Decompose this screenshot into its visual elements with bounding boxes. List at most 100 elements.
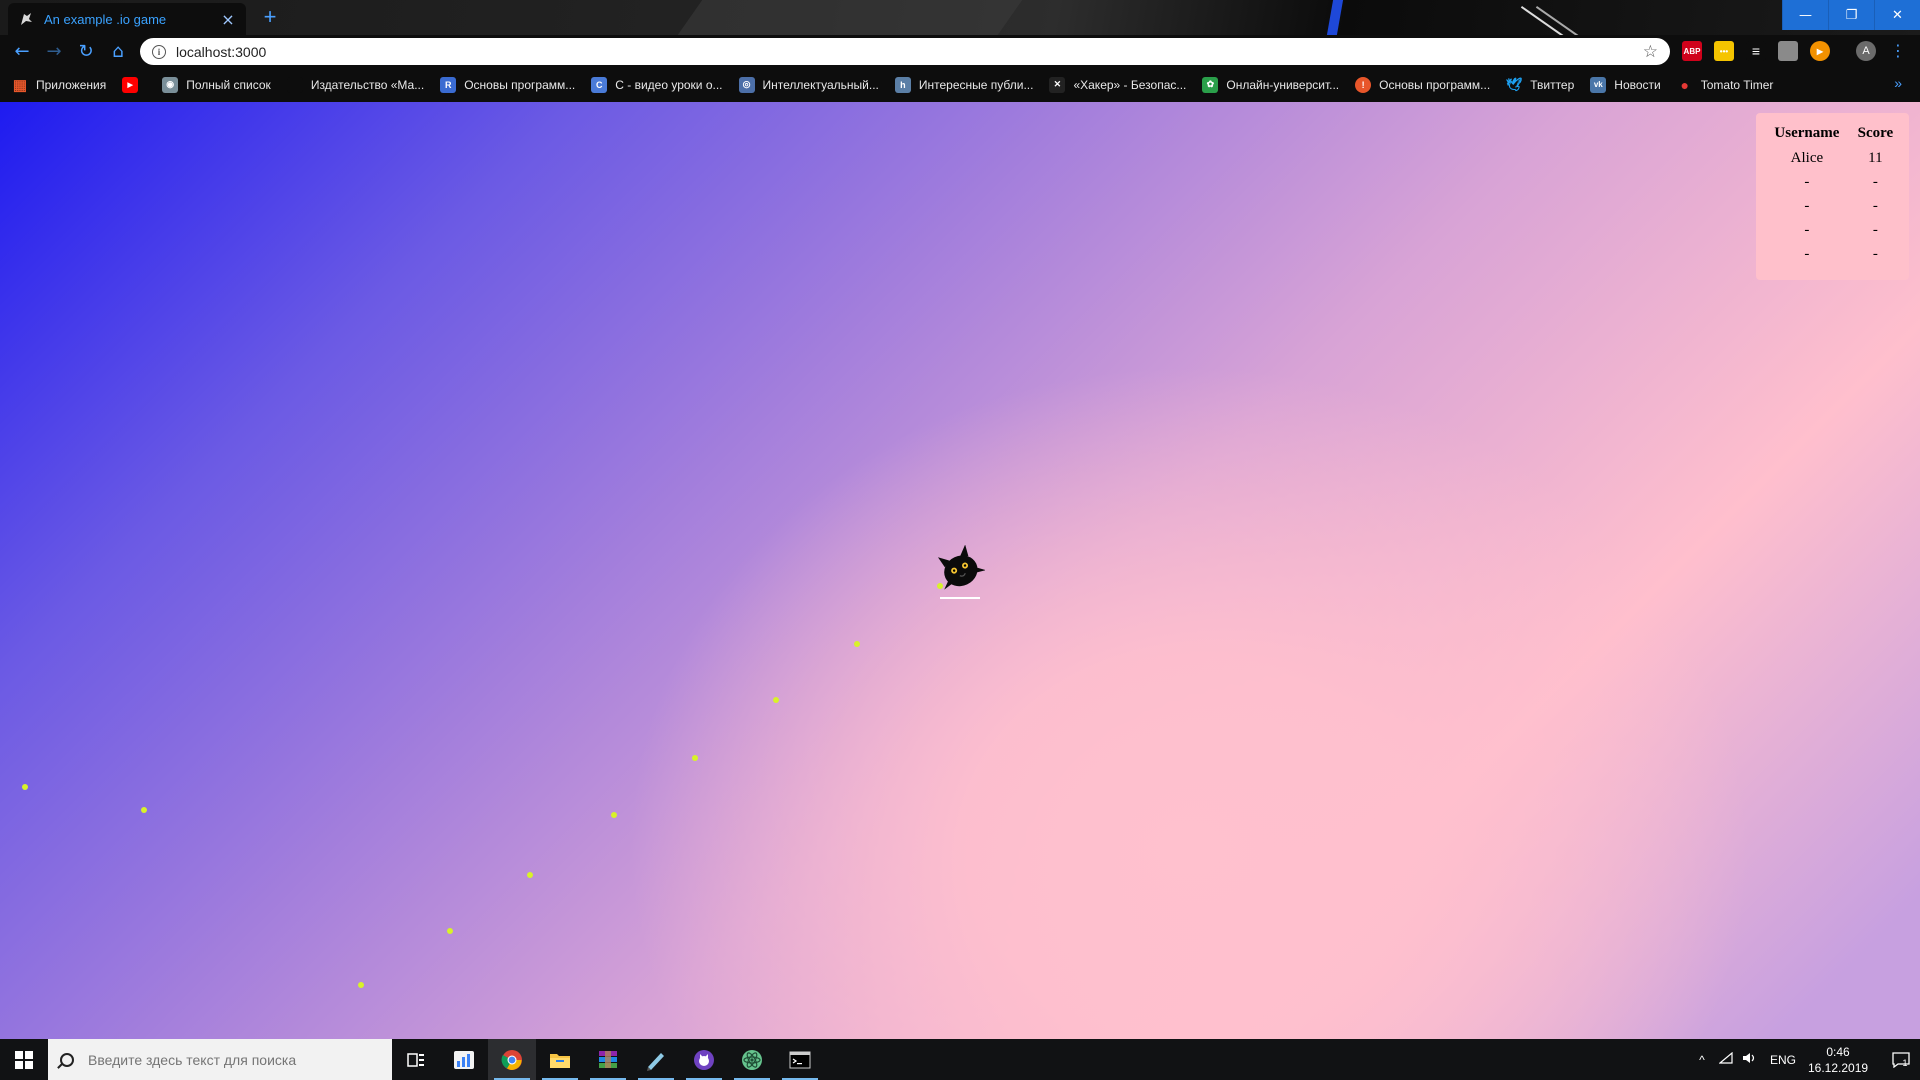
winrar-icon[interactable] bbox=[584, 1039, 632, 1080]
browser-tab-active[interactable]: An example .io game × bbox=[8, 3, 246, 35]
player-health-bar bbox=[940, 597, 980, 599]
youtube-icon: ▶ bbox=[122, 76, 139, 93]
extension-yellow-icon[interactable]: ••• bbox=[1714, 41, 1734, 61]
taskbar-search-input[interactable] bbox=[88, 1051, 378, 1068]
bookmark-label: Интересные публи... bbox=[918, 77, 1034, 92]
bookmark-label: Основы программ... bbox=[1379, 77, 1491, 92]
university-icon: ✿ bbox=[1202, 76, 1219, 93]
forward-button[interactable]: → bbox=[38, 35, 70, 67]
file-explorer-icon[interactable] bbox=[536, 1039, 584, 1080]
window-controls: — ❐ ✕ bbox=[1782, 0, 1920, 30]
extension-list-icon[interactable]: ≡ bbox=[1746, 41, 1766, 61]
leaderboard-username: - bbox=[1804, 197, 1810, 214]
start-button[interactable] bbox=[0, 1039, 48, 1080]
leaderboard-row: - - bbox=[1764, 194, 1901, 218]
bookmark-habr[interactable]: h Интересные публи... bbox=[894, 76, 1034, 93]
extension-play-icon[interactable]: ▶ bbox=[1810, 41, 1830, 61]
docs-icon: R bbox=[440, 76, 457, 93]
task-view-icon[interactable] bbox=[392, 1039, 440, 1080]
bookmarks-bar: ▦ Приложения ▶ ◉ Полный список Издательс… bbox=[0, 67, 1920, 102]
game-canvas[interactable]: Username Score Alice 11 - - - - - - - - bbox=[0, 102, 1920, 1039]
clock-date: 16.12.2019 bbox=[1808, 1060, 1869, 1075]
bookmark-label: Твиттер bbox=[1530, 77, 1575, 92]
publisher-icon bbox=[286, 76, 303, 93]
leaderboard: Username Score Alice 11 - - - - - - - - bbox=[1756, 113, 1909, 280]
bullet-dot bbox=[22, 784, 28, 790]
maximize-button[interactable]: ❐ bbox=[1828, 0, 1874, 30]
site-info-icon[interactable]: i bbox=[152, 44, 166, 59]
clock-time: 0:46 bbox=[1826, 1044, 1850, 1059]
back-button[interactable]: ← bbox=[6, 35, 38, 67]
leaderboard-row: - - bbox=[1764, 218, 1901, 242]
app-widget-icon[interactable] bbox=[440, 1039, 488, 1080]
video-lessons-icon: C bbox=[591, 76, 608, 93]
browser-toolbar: ← → ↻ ⌂ i ☆ ABP ••• ≡ ▶ A ⋮ bbox=[0, 35, 1920, 67]
bullet-dot bbox=[141, 807, 147, 813]
bookmark-c-video-lessons[interactable]: C С - видео уроки о... bbox=[591, 76, 723, 93]
leaderboard-username: - bbox=[1804, 245, 1810, 262]
bookmark-online-university[interactable]: ✿ Онлайн-университ... bbox=[1202, 76, 1340, 93]
volume-icon[interactable] bbox=[1738, 1052, 1762, 1067]
leaderboard-score: - bbox=[1872, 245, 1878, 262]
leaderboard-row: Alice 11 bbox=[1764, 146, 1901, 170]
bookmark-youtube[interactable]: ▶ bbox=[122, 76, 146, 93]
input-language[interactable]: ENG bbox=[1770, 1053, 1796, 1067]
bookmark-label: Издательство «Ма... bbox=[310, 77, 425, 92]
leaderboard-row: - - bbox=[1764, 170, 1901, 194]
xakep-icon: ✕ bbox=[1049, 76, 1066, 93]
leaderboard-header-row: Username Score bbox=[1764, 123, 1901, 146]
windows-logo-icon bbox=[15, 1050, 33, 1069]
tab-title: An example .io game bbox=[44, 11, 167, 27]
browser-menu-icon[interactable]: ⋮ bbox=[1888, 41, 1908, 60]
url-input[interactable] bbox=[176, 43, 1643, 60]
notepad-icon[interactable] bbox=[632, 1039, 680, 1080]
leaderboard-username: Alice bbox=[1790, 149, 1824, 166]
bookmark-twitter[interactable]: 🕊 Твиттер bbox=[1506, 77, 1574, 93]
windows-taskbar: ^ ENG 0:46 16.12.2019 1 bbox=[0, 1039, 1920, 1080]
taskbar-search-box[interactable] bbox=[48, 1039, 392, 1080]
adblock-icon[interactable]: ABP bbox=[1682, 41, 1702, 61]
tray-expand-chevron-icon[interactable]: ^ bbox=[1690, 1053, 1714, 1067]
leaderboard-score: - bbox=[1872, 221, 1878, 238]
leaderboard-score: 11 bbox=[1868, 149, 1883, 166]
bullet-dot bbox=[611, 812, 617, 818]
new-tab-button[interactable]: + bbox=[258, 5, 282, 29]
bookmark-vk-news[interactable]: vk Новости bbox=[1590, 76, 1661, 93]
twitter-icon: 🕊 bbox=[1505, 76, 1523, 92]
notifications-icon[interactable]: 1 bbox=[1880, 1039, 1920, 1080]
bookmark-programming-basics[interactable]: R Основы программ... bbox=[440, 76, 575, 93]
bullet-dot bbox=[358, 982, 364, 988]
bookmark-tomato-timer[interactable]: ● Tomato Timer bbox=[1677, 77, 1774, 93]
bookmark-intellectual[interactable]: ◎ Интеллектуальный... bbox=[738, 76, 879, 93]
bookmark-full-list[interactable]: ◉ Полный список bbox=[162, 76, 271, 93]
bullet-dot bbox=[692, 755, 698, 761]
wallpaper-decoration bbox=[677, 0, 1023, 35]
leaderboard-username: - bbox=[1804, 173, 1810, 190]
bookmark-xakep[interactable]: ✕ «Хакер» - Безопас... bbox=[1049, 76, 1186, 93]
minimize-button[interactable]: — bbox=[1782, 0, 1828, 30]
bookmark-publisher[interactable]: Издательство «Ма... bbox=[286, 76, 425, 93]
tomato-icon: ● bbox=[1680, 76, 1689, 93]
reload-button[interactable]: ↻ bbox=[70, 35, 102, 67]
chrome-icon[interactable] bbox=[488, 1039, 536, 1080]
notifications-count: 1 bbox=[1902, 1057, 1908, 1068]
apps-grid-icon: ▦ bbox=[12, 76, 28, 94]
bookmark-star-icon[interactable]: ☆ bbox=[1643, 42, 1658, 62]
vk-icon: vk bbox=[1590, 76, 1607, 93]
profile-avatar[interactable]: A bbox=[1856, 41, 1876, 61]
close-window-button[interactable]: ✕ bbox=[1874, 0, 1920, 30]
bookmarks-overflow-icon[interactable]: » bbox=[1894, 75, 1902, 91]
extension-grey-icon[interactable] bbox=[1778, 41, 1798, 61]
clock[interactable]: 0:46 16.12.2019 bbox=[1808, 1044, 1868, 1076]
bookmark-apps[interactable]: ▦ Приложения bbox=[12, 76, 106, 94]
atom-icon[interactable] bbox=[728, 1039, 776, 1080]
tab-close-icon[interactable]: × bbox=[220, 10, 236, 29]
github-desktop-icon[interactable] bbox=[680, 1039, 728, 1080]
home-button[interactable]: ⌂ bbox=[102, 35, 134, 67]
bookmark-stepik[interactable]: ! Основы программ... bbox=[1355, 76, 1491, 93]
network-icon[interactable] bbox=[1714, 1051, 1738, 1067]
address-bar[interactable]: i ☆ bbox=[140, 38, 1670, 65]
bookmark-label: Онлайн-университ... bbox=[1226, 77, 1340, 92]
terminal-icon[interactable] bbox=[776, 1039, 824, 1080]
system-tray: ^ ENG 0:46 16.12.2019 1 bbox=[1690, 1039, 1920, 1080]
